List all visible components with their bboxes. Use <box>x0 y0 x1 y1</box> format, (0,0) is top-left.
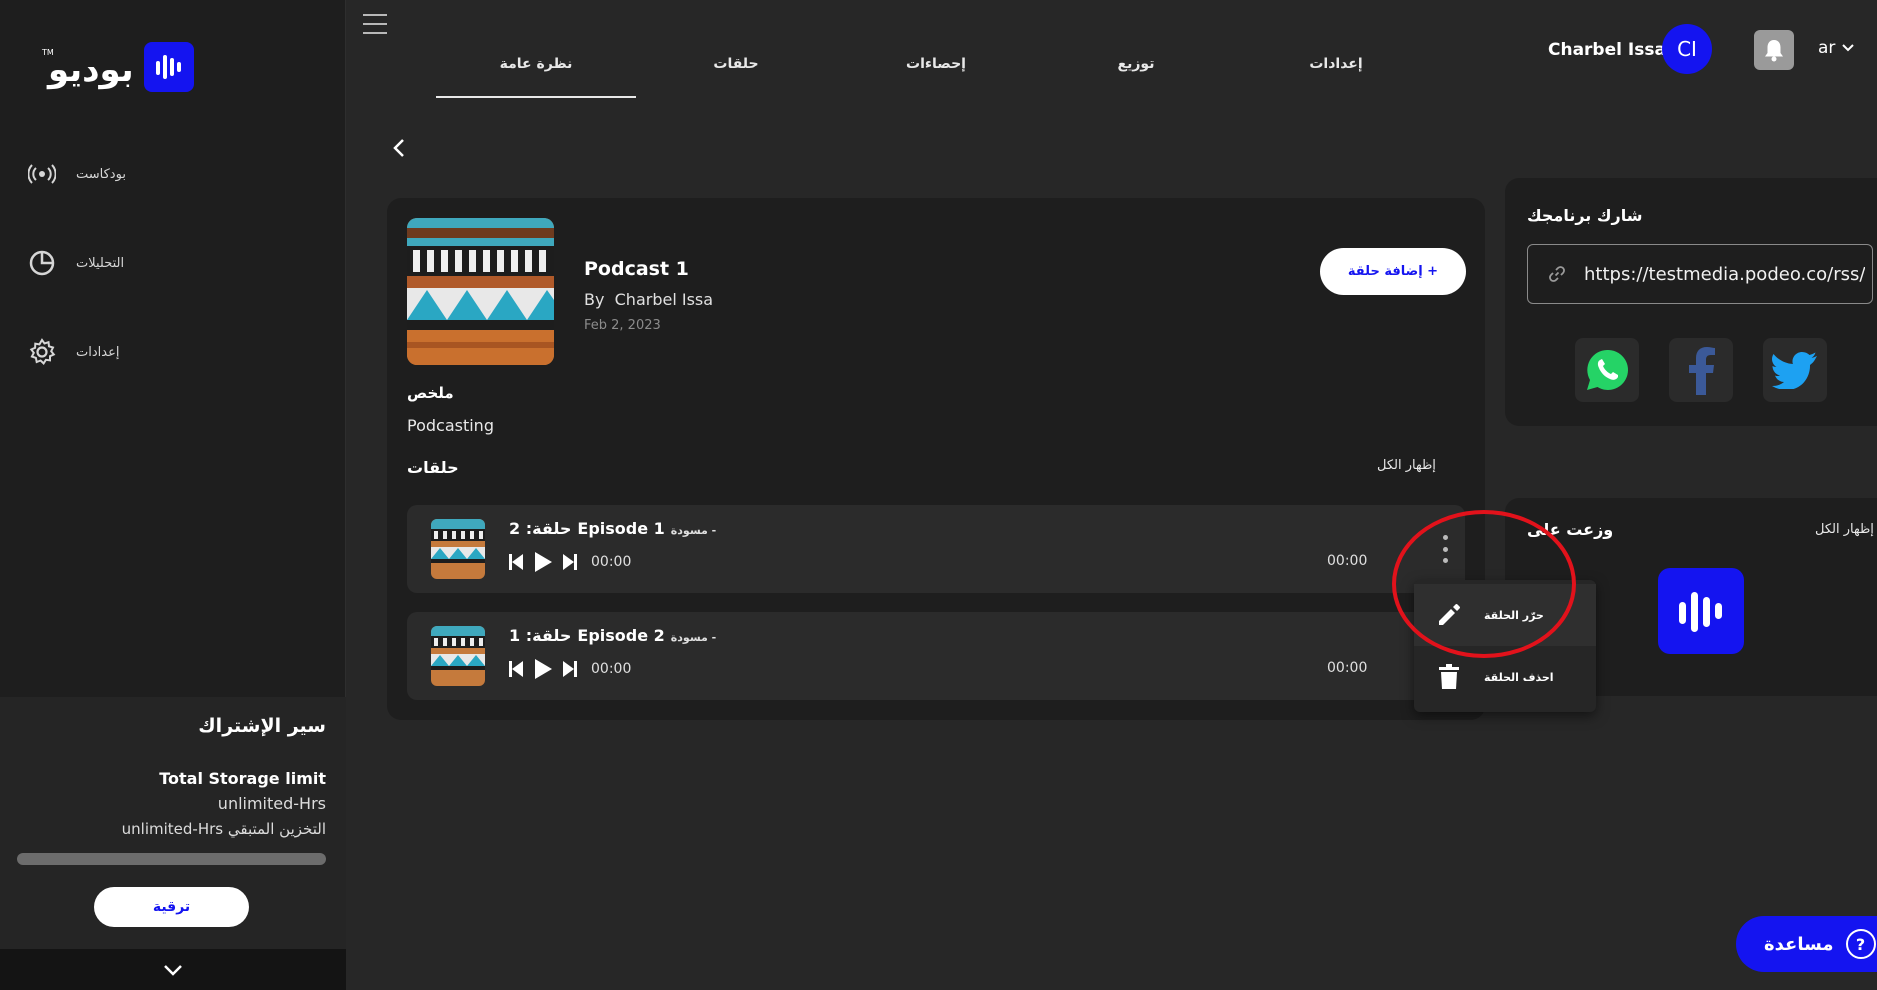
user-name: Charbel Issa <box>1548 40 1666 60</box>
storage-remaining: unlimited-Hrs التخزين المتبقي <box>121 820 326 838</box>
sidebar-item-analytics[interactable]: التحليلات <box>26 243 326 283</box>
language-value: ar <box>1818 38 1836 58</box>
link-icon <box>1546 265 1568 283</box>
whatsapp-share-button[interactable] <box>1575 338 1639 402</box>
storage-total: unlimited-Hrs <box>217 794 326 813</box>
sidebar-item-settings[interactable]: إعدادات <box>26 332 326 372</box>
sidebar-item-label: التحليلات <box>76 255 125 271</box>
whatsapp-icon <box>1587 349 1628 390</box>
storage-progress-bar <box>17 853 326 865</box>
upgrade-button[interactable]: ترقية <box>94 887 249 927</box>
menu-item-label: حرّر الحلقة <box>1484 608 1544 622</box>
logo-text: بوديو <box>48 50 134 90</box>
podeo-platform-icon[interactable] <box>1658 568 1744 654</box>
episode-thumbnail <box>431 519 485 579</box>
by-prefix: By <box>584 290 605 309</box>
more-options-icon[interactable] <box>1437 535 1453 563</box>
episode-name: Episode 2 <box>577 626 665 645</box>
help-icon: ? <box>1845 929 1876 959</box>
podcast-author: Charbel Issa <box>614 290 714 309</box>
pencil-icon <box>1434 602 1464 628</box>
bell-icon <box>1765 40 1783 62</box>
podcast-date: Feb 2, 2023 <box>584 318 661 333</box>
chevron-down-icon <box>1842 44 1855 52</box>
share-card: شارك برنامجك https://testmedia.podeo.co/… <box>1505 178 1877 426</box>
edit-episode-menu-item[interactable]: حرّر الحلقة <box>1414 584 1596 646</box>
pie-chart-icon <box>26 247 58 279</box>
help-label: مساعدة <box>1764 933 1834 955</box>
episode-duration: 00:00 <box>1327 553 1368 569</box>
twitter-icon <box>1772 352 1817 389</box>
language-selector[interactable]: ar <box>1818 38 1855 58</box>
sidebar-item-podcast[interactable]: بودكاست <box>26 154 326 194</box>
delete-episode-menu-item[interactable]: احذف الحلقة <box>1414 646 1596 708</box>
episode-row[interactable]: 2 :حلقة Episode 1 مسودة - 00:00 00:00 <box>407 505 1465 593</box>
active-tab-indicator <box>436 96 636 98</box>
subscription-title: سير الإشتراك <box>198 715 326 737</box>
rss-url: https://testmedia.podeo.co/rss/ <box>1584 263 1866 285</box>
episode-player: 00:00 <box>509 551 631 573</box>
episode-title: 1 :حلقة Episode 2 مسودة - <box>509 626 716 645</box>
sidebar-item-label: إعدادات <box>76 344 120 360</box>
twitter-share-button[interactable] <box>1763 338 1827 402</box>
episode-name: Episode 1 <box>577 519 665 538</box>
episodes-heading: حلقات <box>407 458 459 477</box>
tab-statistics[interactable]: إحصاءات <box>836 56 1036 72</box>
tab-overview[interactable]: نظرة عامة <box>436 56 636 72</box>
storage-label: Total Storage limit <box>159 769 326 788</box>
sidebar: TM بوديو بودكاست التحليلات إعدادات سير ا… <box>0 0 346 990</box>
tab-distribution[interactable]: توزيع <box>1036 56 1236 72</box>
play-icon[interactable] <box>533 551 553 573</box>
trash-icon <box>1434 664 1464 690</box>
podcast-title: Podcast 1 <box>584 258 689 280</box>
episode-player: 00:00 <box>509 658 631 680</box>
episode-status: مسودة - <box>670 524 717 537</box>
episode-duration: 00:00 <box>1327 660 1368 676</box>
episode-thumbnail <box>431 626 485 686</box>
subscription-panel: سير الإشتراك Total Storage limit unlimit… <box>0 697 346 949</box>
episode-status: مسودة - <box>670 631 717 644</box>
rss-url-field[interactable]: https://testmedia.podeo.co/rss/ <box>1527 244 1873 304</box>
notifications-button[interactable] <box>1754 30 1794 70</box>
episode-title: 2 :حلقة Episode 1 مسودة - <box>509 519 716 538</box>
add-episode-button[interactable]: إضافة حلقة + <box>1320 248 1466 295</box>
skip-back-icon[interactable] <box>509 660 523 678</box>
help-button[interactable]: مساعدة ? <box>1736 916 1877 972</box>
chevron-down-icon <box>164 964 182 976</box>
podcast-cover-image <box>407 218 554 365</box>
share-title: شارك برنامجك <box>1527 206 1643 225</box>
skip-forward-icon[interactable] <box>563 660 577 678</box>
episode-row[interactable]: 1 :حلقة Episode 2 مسودة - 00:00 00:00 <box>407 612 1465 700</box>
skip-forward-icon[interactable] <box>563 553 577 571</box>
facebook-icon <box>1689 347 1715 395</box>
episode-number: 1 :حلقة <box>509 626 572 645</box>
podcast-author-line: By Charbel Issa <box>584 290 713 309</box>
avatar[interactable]: CI <box>1662 24 1712 74</box>
brand-logo[interactable]: TM بوديو <box>42 42 194 92</box>
distribution-show-all-link[interactable]: إظهار الكل <box>1815 522 1874 537</box>
skip-back-icon[interactable] <box>509 553 523 571</box>
episode-options-menu: حرّر الحلقة احذف الحلقة <box>1414 580 1596 712</box>
podeo-logo-icon <box>144 42 194 92</box>
back-arrow-icon[interactable] <box>388 136 412 160</box>
gear-icon <box>26 336 58 368</box>
podcast-card: Podcast 1 By Charbel Issa Feb 2, 2023 إض… <box>387 198 1485 720</box>
sidebar-item-label: بودكاست <box>76 166 126 182</box>
episode-number: 2 :حلقة <box>509 519 572 538</box>
play-icon[interactable] <box>533 658 553 680</box>
facebook-share-button[interactable] <box>1669 338 1733 402</box>
summary-text: Podcasting <box>407 416 494 435</box>
menu-item-label: احذف الحلقة <box>1484 670 1554 684</box>
show-all-episodes-link[interactable]: إظهار الكل <box>1377 458 1436 473</box>
distribution-title: وزعت على <box>1527 520 1614 539</box>
menu-icon[interactable] <box>363 14 387 34</box>
broadcast-icon <box>26 158 58 190</box>
episode-current-time: 00:00 <box>591 661 632 677</box>
summary-heading: ملخص <box>407 384 454 402</box>
sidebar-collapse-toggle[interactable] <box>0 949 346 990</box>
episode-current-time: 00:00 <box>591 554 632 570</box>
tab-settings[interactable]: إعدادات <box>1236 56 1436 72</box>
tab-episodes[interactable]: حلقات <box>636 56 836 72</box>
